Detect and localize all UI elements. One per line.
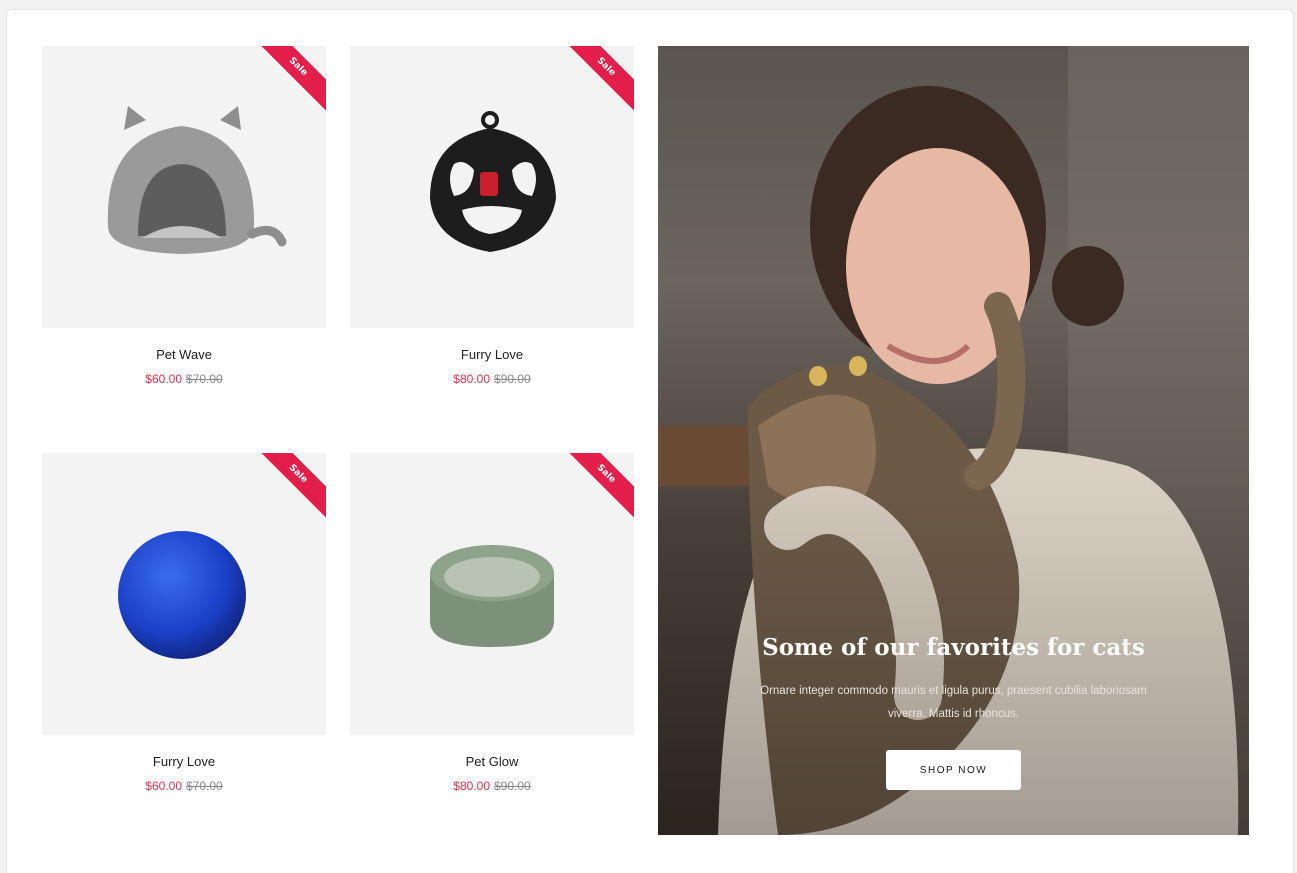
current-price: $60.00 [145, 779, 182, 793]
current-price: $80.00 [453, 779, 490, 793]
product-name[interactable]: Furry Love [42, 754, 326, 769]
hero-banner: Some of our favorites for cats Ornare in… [658, 46, 1249, 835]
product-card[interactable]: Sale Pet Glow $80.00 $90.00 [350, 453, 634, 793]
product-price: $80.00 $90.00 [350, 372, 634, 386]
shop-now-button[interactable]: SHOP NOW [886, 750, 1021, 790]
harness-icon [430, 111, 556, 252]
old-price: $70.00 [186, 779, 223, 793]
old-price: $70.00 [186, 372, 223, 386]
old-price: $90.00 [494, 779, 531, 793]
old-price: $90.00 [494, 372, 531, 386]
cat-bed-icon [107, 106, 287, 254]
product-card[interactable]: Sale Furry Love $60.00 $70.00 [42, 453, 326, 793]
product-image[interactable]: Sale [350, 46, 634, 328]
current-price: $60.00 [145, 372, 182, 386]
ball-icon [118, 531, 246, 659]
hero-title: Some of our favorites for cats [762, 634, 1145, 661]
product-name[interactable]: Pet Wave [42, 347, 326, 362]
product-name[interactable]: Pet Glow [350, 754, 634, 769]
product-image[interactable]: Sale [42, 46, 326, 328]
product-card[interactable]: Sale Pet Wave $60.00 $70.00 [42, 46, 326, 386]
product-name[interactable]: Furry Love [350, 347, 634, 362]
product-card[interactable]: Sale Furry Love $80.00 $90.00 [350, 46, 634, 386]
product-image[interactable]: Sale [42, 453, 326, 735]
product-price: $60.00 $70.00 [42, 372, 326, 386]
product-price: $60.00 $70.00 [42, 779, 326, 793]
product-price: $80.00 $90.00 [350, 779, 634, 793]
product-image[interactable]: Sale [350, 453, 634, 735]
hero-description: Ornare integer commodo mauris et ligula … [760, 685, 1147, 720]
current-price: $80.00 [453, 372, 490, 386]
bowl-icon [430, 545, 554, 647]
